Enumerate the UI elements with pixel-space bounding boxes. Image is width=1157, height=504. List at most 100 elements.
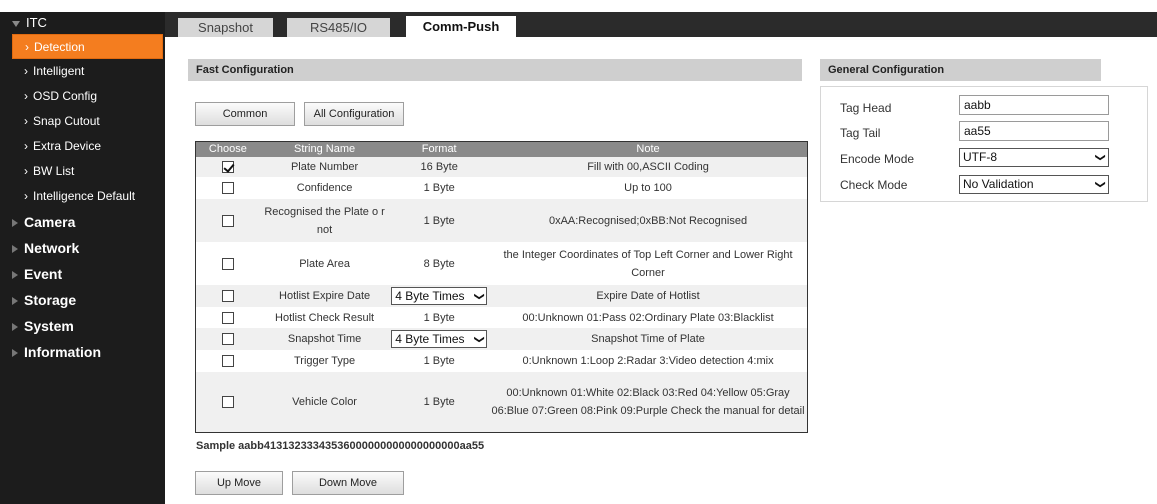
choose-checkbox[interactable] xyxy=(221,290,234,303)
string-table: Choose String Name Format Note Plate Num… xyxy=(195,141,808,433)
tab-bar: Snapshot RS485/IO Comm-Push xyxy=(165,12,1157,37)
chevron-down-icon: ❯ xyxy=(473,334,485,344)
table-row: Hotlist Check Result 1 Byte 00:Unknown 0… xyxy=(196,307,807,328)
table-row: Hotlist Expire Date 4 Byte Times ❯ Expire… xyxy=(196,285,807,307)
note-text: 0:Unknown 1:Loop 2:Radar 3:Video detecti… xyxy=(522,355,774,367)
column-header: Format xyxy=(421,143,457,155)
chevron-right-icon: › xyxy=(25,40,29,54)
sidebar-item-detection[interactable]: › Detection xyxy=(12,34,163,59)
choose-checkbox[interactable] xyxy=(221,333,234,346)
sidebar-item-osd-config[interactable]: › OSD Config xyxy=(0,84,165,109)
caret-right-icon xyxy=(12,219,18,228)
choose-checkbox[interactable] xyxy=(221,257,234,270)
format-value: 1 Byte xyxy=(423,396,455,408)
sidebar-group-label: Camera xyxy=(24,214,76,230)
sidebar-group-itc[interactable]: ITC xyxy=(0,12,165,34)
choose-checkbox[interactable] xyxy=(221,182,234,195)
format-value: 1 Byte xyxy=(423,182,455,194)
string-name: Snapshot Time xyxy=(287,333,362,345)
sidebar-item-extra-device[interactable]: › Extra Device xyxy=(0,134,165,159)
sidebar-item-bw-list[interactable]: › BW List xyxy=(0,159,165,184)
chevron-right-icon: › xyxy=(24,189,28,203)
table-row: Vehicle Color 1 Byte 00:Unknown 01:White… xyxy=(196,372,807,432)
choose-checkbox[interactable] xyxy=(221,311,234,324)
tag-tail-label: Tag Tail xyxy=(840,126,881,140)
string-name: Vehicle Color xyxy=(292,396,357,408)
format-value: 1 Byte xyxy=(423,311,455,324)
note-text: 00:Unknown 01:Pass 02:Ordinary Plate 03:… xyxy=(522,311,774,324)
note-text: the Integer Coordinates of Top Left Corn… xyxy=(503,248,793,279)
sidebar-group-information[interactable]: Information xyxy=(0,339,165,365)
top-strip xyxy=(0,0,1157,12)
fast-configuration-header: Fast Configuration xyxy=(188,59,802,81)
sidebar-group-label: System xyxy=(24,318,74,334)
sidebar-group-event[interactable]: Event xyxy=(0,261,165,287)
chevron-down-icon: ❯ xyxy=(473,291,485,301)
down-move-button[interactable]: Down Move xyxy=(292,471,404,495)
tag-tail-input[interactable]: aa55 xyxy=(959,121,1109,141)
format-value: 1 Byte xyxy=(423,214,455,227)
encode-mode-select[interactable]: UTF-8 ❯ xyxy=(959,148,1109,167)
table-row: Trigger Type 1 Byte 0:Unknown 1:Loop 2:R… xyxy=(196,350,807,372)
tag-head-label: Tag Head xyxy=(840,101,892,115)
format-value: 1 Byte xyxy=(423,355,455,367)
note-text: Expire Date of Hotlist xyxy=(596,290,700,302)
sidebar-item-intelligent[interactable]: › Intelligent xyxy=(0,59,165,84)
choose-checkbox[interactable] xyxy=(221,161,234,174)
general-configuration-header: General Configuration xyxy=(820,59,1101,81)
sidebar-group-network[interactable]: Network xyxy=(0,235,165,261)
common-button[interactable]: Common xyxy=(195,102,295,126)
caret-right-icon xyxy=(12,323,18,332)
table-header: Choose String Name Format Note xyxy=(196,142,807,157)
string-name: Plate Number xyxy=(290,161,359,173)
chevron-right-icon: › xyxy=(24,164,28,178)
sidebar-group-label: Information xyxy=(24,344,101,360)
all-configuration-button[interactable]: All Configuration xyxy=(304,102,404,126)
format-select-value: 4 Byte Times xyxy=(395,289,465,303)
sidebar-item-label: Snap Cutout xyxy=(33,114,100,128)
choose-checkbox[interactable] xyxy=(221,355,234,368)
string-name: Recognised the Plate o r not xyxy=(264,205,385,236)
choose-checkbox[interactable] xyxy=(221,396,234,409)
caret-right-icon xyxy=(12,297,18,306)
chevron-right-icon: › xyxy=(24,139,28,153)
format-select[interactable]: 4 Byte Times ❯ xyxy=(391,287,488,305)
string-name: Confidence xyxy=(296,182,353,194)
string-name: Trigger Type xyxy=(294,355,356,367)
tab-rs485-io[interactable]: RS485/IO xyxy=(287,18,390,37)
note-text: Snapshot Time of Plate xyxy=(591,333,705,345)
sidebar-item-snap-cutout[interactable]: › Snap Cutout xyxy=(0,109,165,134)
sidebar-group-label: Storage xyxy=(24,292,77,308)
sidebar-group-camera[interactable]: Camera xyxy=(0,209,165,235)
chevron-down-icon: ❯ xyxy=(1094,153,1106,162)
sidebar-group-label: Network xyxy=(24,240,80,256)
format-select[interactable]: 4 Byte Times ❯ xyxy=(391,330,488,348)
sidebar-group-storage[interactable]: Storage xyxy=(0,287,165,313)
note-text: Up to 100 xyxy=(624,182,672,194)
tag-head-input[interactable]: aabb xyxy=(959,95,1109,115)
sidebar-item-label: Extra Device xyxy=(33,139,102,153)
sidebar-item-intelligence-default[interactable]: › Intelligence Default xyxy=(0,184,165,209)
format-value: 16 Byte xyxy=(420,161,458,173)
check-mode-select[interactable]: No Validation ❯ xyxy=(959,175,1109,194)
sidebar-item-label: OSD Config xyxy=(33,89,98,103)
column-header: String Name xyxy=(294,143,356,155)
sidebar-group-system[interactable]: System xyxy=(0,313,165,339)
chevron-right-icon: › xyxy=(24,64,28,78)
tab-comm-push[interactable]: Comm-Push xyxy=(406,16,516,37)
chevron-right-icon: › xyxy=(24,114,28,128)
tab-snapshot[interactable]: Snapshot xyxy=(178,18,273,37)
note-text: Fill with 00,ASCII Coding xyxy=(587,161,709,173)
check-mode-label: Check Mode xyxy=(840,178,908,192)
up-move-button[interactable]: Up Move xyxy=(195,471,283,495)
encode-mode-value: UTF-8 xyxy=(963,150,997,164)
choose-checkbox[interactable] xyxy=(221,214,234,227)
encode-mode-label: Encode Mode xyxy=(840,152,915,166)
sidebar-group-label: Event xyxy=(24,266,63,282)
chevron-right-icon: › xyxy=(24,89,28,103)
caret-right-icon xyxy=(12,271,18,280)
note-text: 00:Unknown 01:White 02:Black 03:Red 04:Y… xyxy=(491,387,805,417)
sidebar-group-label: ITC xyxy=(26,15,47,30)
column-header: Note xyxy=(636,143,660,155)
general-configuration-panel: Tag Head aabb Tag Tail aa55 Encode Mode … xyxy=(820,86,1148,202)
